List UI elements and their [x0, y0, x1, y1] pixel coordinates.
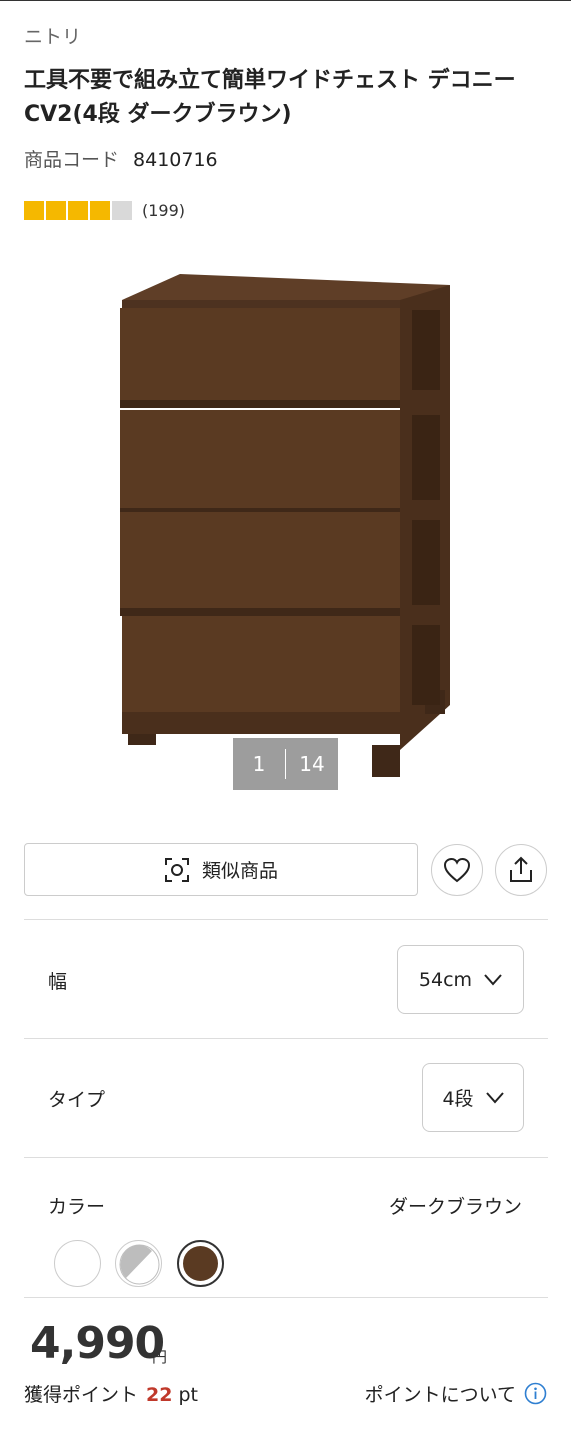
swatch-brown-fill — [183, 1246, 218, 1281]
product-title-line1: 工具不要で組み立て簡単ワイドチェスト デコニー — [24, 68, 516, 93]
points-info-link[interactable]: ポイントについて — [365, 1380, 547, 1407]
earned-points: 獲得ポイント 22 pt — [24, 1380, 198, 1407]
share-icon — [510, 856, 532, 882]
width-label: 幅 — [48, 971, 68, 993]
pager-current: 1 — [252, 752, 266, 776]
similar-products-button[interactable]: 類似商品 — [24, 843, 418, 896]
heart-icon — [443, 857, 471, 883]
price: 4,990 — [30, 1318, 165, 1369]
divider — [24, 1157, 548, 1158]
color-swatch-gray[interactable] — [115, 1240, 162, 1287]
share-button[interactable] — [495, 844, 547, 896]
divider — [24, 1297, 548, 1298]
color-swatch-white[interactable] — [54, 1240, 101, 1287]
star-empty-icon — [112, 200, 132, 220]
review-count[interactable]: (199) — [142, 201, 185, 220]
info-icon — [524, 1382, 547, 1405]
product-image — [120, 274, 450, 777]
image-search-icon — [164, 857, 189, 882]
type-value: 4段 — [442, 1088, 474, 1110]
favorite-button[interactable] — [431, 844, 483, 896]
rating[interactable]: (199) — [24, 197, 185, 223]
width-value: 54cm — [418, 968, 473, 991]
points-label: 獲得ポイント — [24, 1384, 139, 1406]
brand-name[interactable]: ニトリ — [24, 22, 81, 49]
type-label: タイプ — [48, 1089, 106, 1111]
similar-products-label: 類似商品 — [201, 860, 278, 882]
star-icon — [46, 200, 66, 220]
divider — [24, 1038, 548, 1039]
product-title-line2: CV2(4段 ダークブラウン) — [24, 102, 292, 127]
chevron-down-icon — [485, 1091, 504, 1104]
product-code-label: 商品コード — [24, 149, 120, 171]
pager-total: 14 — [299, 752, 325, 776]
star-icon — [24, 200, 44, 220]
product-image-carousel[interactable]: 1 14 — [0, 250, 571, 810]
product-code: 商品コード 8410716 — [24, 145, 218, 172]
width-select[interactable]: 54cm — [397, 945, 524, 1014]
top-border — [0, 0, 571, 1]
product-title: 工具不要で組み立て簡単ワイドチェスト デコニー CV2(4段 ダークブラウン) — [24, 64, 554, 132]
divider — [24, 919, 548, 920]
star-icon — [68, 200, 88, 220]
chevron-down-icon — [484, 973, 502, 986]
price-currency: 円 — [152, 1348, 168, 1366]
rating-stars — [24, 200, 132, 220]
points-value: 22 — [146, 1384, 173, 1406]
color-label: カラー — [48, 1196, 106, 1218]
color-swatch-dark-brown[interactable] — [177, 1240, 224, 1287]
image-pager: 1 14 — [233, 738, 338, 790]
color-selected-value: ダークブラウン — [388, 1196, 522, 1218]
swatch-gray-fill — [119, 1244, 160, 1285]
type-select[interactable]: 4段 — [422, 1063, 524, 1132]
star-icon — [90, 200, 110, 220]
product-code-value: 8410716 — [133, 149, 218, 171]
points-info-label: ポイントについて — [364, 1384, 516, 1406]
points-unit: pt — [178, 1384, 198, 1406]
